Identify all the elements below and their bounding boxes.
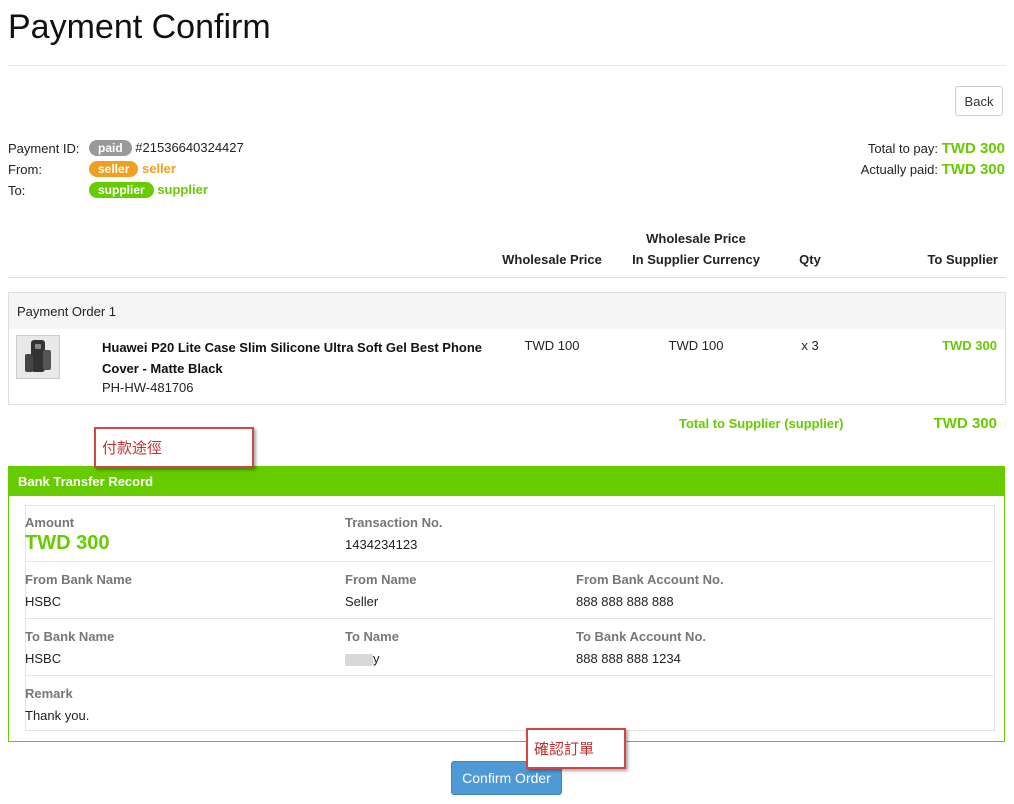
to-account-label: To Bank Account No.: [576, 629, 706, 644]
header-wholesale-price: Wholesale Price: [502, 252, 602, 267]
status-badge-paid: paid #21536640324427: [89, 140, 244, 156]
from-bank-name-value: HSBC: [25, 594, 62, 609]
bank-divider-2: [25, 618, 995, 619]
payment-order-title: Payment Order 1: [17, 304, 116, 319]
to-row: supplier supplier: [89, 182, 208, 198]
item-to-supplier: TWD 300: [942, 338, 997, 353]
product-thumbnail[interactable]: [16, 335, 60, 379]
item-qty: x 3: [801, 338, 819, 353]
header-to-supplier: To Supplier: [927, 252, 998, 267]
from-label: From:: [8, 162, 42, 177]
item-wholesale-currency: TWD 100: [668, 338, 724, 353]
phone-case-image-icon: [17, 336, 59, 378]
to-name-label: To Name: [345, 629, 399, 644]
to-account-value: 888 888 888 1234: [576, 651, 681, 666]
product-sku: PH-HW-481706: [102, 380, 194, 395]
from-name: seller: [141, 161, 176, 176]
payment-id-value: #21536640324427: [135, 140, 244, 155]
item-wholesale-price: TWD 100: [524, 338, 580, 353]
header-wholesale-currency-line2: In Supplier Currency: [632, 252, 760, 267]
seller-badge: seller: [89, 161, 139, 177]
total-to-supplier-value: TWD 300: [933, 415, 997, 432]
from-name-value: Seller: [345, 594, 379, 609]
transaction-no-value: 1434234123: [345, 537, 418, 552]
total-to-supplier-label: Total to Supplier (supplier): [679, 416, 844, 431]
paid-badge: paid: [89, 140, 132, 156]
bank-transfer-title: Bank Transfer Record: [9, 467, 1004, 496]
remark-label: Remark: [25, 686, 73, 701]
to-bank-name-label: To Bank Name: [25, 629, 115, 644]
transaction-no-label: Transaction No.: [345, 515, 443, 530]
title-divider: [8, 65, 1006, 66]
remark-value: Thank you.: [25, 708, 90, 723]
header-divider: [8, 277, 1006, 278]
bank-divider-3: [25, 675, 995, 676]
from-row: seller seller: [89, 161, 176, 177]
page-title: Payment Confirm: [8, 8, 271, 46]
actually-paid: Actually paid: TWD 300: [861, 161, 1005, 178]
redacted-block: [345, 653, 373, 666]
total-to-pay: Total to pay: TWD 300: [868, 140, 1005, 157]
to-name-value: y: [373, 651, 380, 666]
amount-value: TWD 300: [25, 532, 110, 554]
header-wholesale-currency-line1: Wholesale Price: [646, 231, 746, 246]
annotation-confirm-order: 確認訂單: [526, 728, 626, 769]
from-account-value: 888 888 888 888: [576, 594, 674, 609]
to-bank-name-value: HSBC: [25, 651, 62, 666]
back-button[interactable]: Back: [955, 86, 1003, 116]
to-name-value-row: y: [345, 651, 380, 666]
annotation-payment-method: 付款途徑: [94, 427, 254, 468]
product-name[interactable]: Huawei P20 Lite Case Slim Silicone Ultra…: [102, 337, 482, 379]
amount-label: Amount: [25, 515, 75, 530]
total-to-pay-value: TWD 300: [941, 140, 1005, 157]
to-label: To:: [8, 183, 26, 198]
payment-id-label: Payment ID:: [8, 141, 80, 156]
bank-divider-1: [25, 561, 995, 562]
total-to-pay-label: Total to pay:: [867, 141, 939, 156]
actually-paid-value: TWD 300: [941, 161, 1005, 178]
from-account-label: From Bank Account No.: [576, 572, 724, 587]
payment-order-header: [9, 293, 1005, 329]
from-bank-name-label: From Bank Name: [25, 572, 132, 587]
from-name-label: From Name: [345, 572, 417, 587]
to-name: supplier: [157, 182, 208, 197]
supplier-badge: supplier: [89, 182, 154, 198]
header-qty: Qty: [799, 252, 821, 267]
actually-paid-label: Actually paid:: [860, 162, 939, 177]
